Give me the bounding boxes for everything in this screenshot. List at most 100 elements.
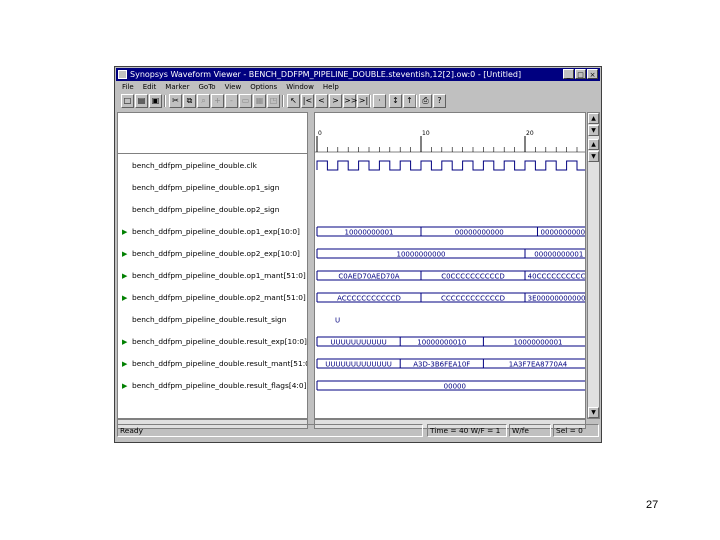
signal-name: bench_ddfpm_pipeline_double.op1_sign xyxy=(132,183,280,192)
signal-name: bench_ddfpm_pipeline_double.op1_mant[51:… xyxy=(132,271,306,280)
zoom-in-icon[interactable]: + xyxy=(211,94,224,108)
scroll-down-icon[interactable]: ▼ xyxy=(588,407,599,418)
status-ready: Ready xyxy=(117,424,423,437)
menu-help[interactable]: Help xyxy=(323,82,339,93)
select-icon[interactable]: ↖ xyxy=(287,94,300,108)
expand-arrow-icon[interactable]: ▶ xyxy=(122,357,132,371)
bus-value-label: 10000000000 xyxy=(397,251,446,259)
jump-prev-icon[interactable]: |< xyxy=(301,94,314,108)
signal-row[interactable]: ▶ bench_ddfpm_pipeline_double.op2_mant[51… xyxy=(122,291,306,305)
signal-name: bench_ddfpm_pipeline_double.result_mant[… xyxy=(132,359,308,368)
find-icon[interactable]: · xyxy=(373,94,386,108)
menu-view[interactable]: View xyxy=(225,82,242,93)
copy-icon[interactable]: ⧉ xyxy=(183,94,196,108)
app-icon[interactable] xyxy=(118,70,127,79)
cut-icon[interactable]: ✂ xyxy=(169,94,182,108)
bus-value-label: 00000000001 xyxy=(534,251,583,259)
print-icon[interactable]: ▤ xyxy=(135,94,148,108)
signal-row[interactable]: bench_ddfpm_pipeline_double.op1_sign xyxy=(122,181,279,195)
scroll-up-icon[interactable]: ▲ xyxy=(588,113,599,124)
maximize-button[interactable]: □ xyxy=(575,69,586,79)
title-bar[interactable]: Synopsys Waveform Viewer - BENCH_DDFPM_P… xyxy=(116,68,600,81)
menu-file[interactable]: File xyxy=(122,82,134,93)
scroll-down-icon[interactable]: ▼ xyxy=(588,151,599,162)
signal-name: bench_ddfpm_pipeline_double.result_sign xyxy=(132,315,287,324)
toolbar: □ ▤ ▣ ✂ ⧉ ⌕ + - ▭ ▦ ◳ ↖ |< < > >> >| · ↕ ↑ ⎙? xyxy=(117,94,599,111)
menu-goto[interactable]: GoTo xyxy=(198,82,215,93)
close-button[interactable]: × xyxy=(587,69,598,79)
bus-value-label: C0AED70AED70A xyxy=(338,273,399,281)
zoom-area-icon[interactable]: ▦ xyxy=(253,94,266,108)
open-icon[interactable]: ▣ xyxy=(149,94,162,108)
signal-name: bench_ddfpm_pipeline_double.result_exp[1… xyxy=(132,337,307,346)
status-wf: W/fe xyxy=(509,424,551,437)
bus-value-label: 10000000010 xyxy=(417,339,466,347)
bus-value-label: 3E000000000000 xyxy=(528,295,585,303)
zoom-icon[interactable]: ⌕ xyxy=(197,94,210,108)
signal-row[interactable]: ▶ bench_ddfpm_pipeline_double.result_mant… xyxy=(122,357,308,371)
menu-marker[interactable]: Marker xyxy=(165,82,189,93)
properties-icon[interactable]: ? xyxy=(433,94,446,108)
signal-row[interactable]: ▶ bench_ddfpm_pipeline_double.op1_mant[51… xyxy=(122,269,306,283)
menu-bar: File Edit Marker GoTo View Options Windo… xyxy=(117,82,599,93)
signal-name: bench_ddfpm_pipeline_double.op2_exp[10:0… xyxy=(132,249,300,258)
bus-value-label: C0CCCCCCCCCCD xyxy=(441,273,505,281)
bus-value-label: 1A3F7EA8770A4 xyxy=(509,361,568,369)
vertical-scrollbar[interactable]: ▲ ▼ ▲ ▼ ▼ xyxy=(587,112,600,419)
prev-edge-icon[interactable]: < xyxy=(315,94,328,108)
scroll-up-icon[interactable]: ▲ xyxy=(588,139,599,150)
bus-value-label: 00000000001 xyxy=(541,229,585,237)
signal-row[interactable]: bench_ddfpm_pipeline_double.op2_sign xyxy=(122,203,279,217)
jump-next-icon[interactable]: >> xyxy=(343,94,357,108)
marker-icon[interactable]: ↕ xyxy=(389,94,402,108)
minimize-button[interactable]: _ xyxy=(563,69,574,79)
page-number: 27 xyxy=(646,499,659,511)
zoom-full-icon[interactable]: ▭ xyxy=(239,94,252,108)
expand-arrow-icon[interactable]: ▶ xyxy=(122,269,132,283)
expand-arrow-icon[interactable]: ▶ xyxy=(122,247,132,261)
status-sel: Sel = 0 xyxy=(553,424,599,437)
zoom-fit-icon[interactable]: ◳ xyxy=(267,94,280,108)
menu-edit[interactable]: Edit xyxy=(143,82,157,93)
menu-options[interactable]: Options xyxy=(250,82,277,93)
bus-value-label: A3D-3B6FEA10F xyxy=(413,361,470,369)
signal-row[interactable]: bench_ddfpm_pipeline_double.result_sign xyxy=(122,313,286,327)
signal-name: bench_ddfpm_pipeline_double.op2_sign xyxy=(132,205,280,214)
ruler-tick-label: 10 xyxy=(422,130,430,137)
expand-arrow-icon[interactable]: ▶ xyxy=(122,379,132,393)
waveform-viewer-window: Synopsys Waveform Viewer - BENCH_DDFPM_P… xyxy=(114,66,602,443)
signal-row[interactable]: ▶ bench_ddfpm_pipeline_double.op2_exp[10:… xyxy=(122,247,300,261)
save-icon[interactable]: ⎙ xyxy=(419,94,432,108)
bit-value-label: U xyxy=(335,317,340,325)
status-bar: Ready Time = 40 W/F = 1 W/fe Sel = 0 xyxy=(117,423,599,438)
bus-value-label: 00000 xyxy=(444,383,466,391)
signal-row[interactable]: ▶ bench_ddfpm_pipeline_double.op1_exp[10:… xyxy=(122,225,300,239)
signal-row[interactable]: ▶ bench_ddfpm_pipeline_double.result_flag… xyxy=(122,379,306,393)
scroll-down-icon[interactable]: ▼ xyxy=(588,125,599,136)
expand-arrow-icon[interactable]: ▶ xyxy=(122,225,132,239)
bus-value-label: 10000000001 xyxy=(514,339,563,347)
signal-row[interactable]: bench_ddfpm_pipeline_double.clk xyxy=(122,159,257,173)
bus-value-label: 00000000000 xyxy=(455,229,504,237)
next-edge-icon[interactable]: > xyxy=(329,94,342,108)
bus-value-label: 40CCCCCCCCCC0 xyxy=(528,273,585,281)
new-icon[interactable]: □ xyxy=(121,94,134,108)
waveform-pane[interactable]: 0 10 20 10000000001 00000000000 00000000001 10… xyxy=(314,112,586,419)
signal-name-pane: bench_ddfpm_pipeline_double.clk bench_ddf… xyxy=(117,112,308,419)
zoom-out-icon[interactable]: - xyxy=(225,94,238,108)
expand-arrow-icon[interactable]: ▶ xyxy=(122,291,132,305)
toolbar-separator xyxy=(282,95,284,107)
toolbar-separator xyxy=(164,95,166,107)
signal-row[interactable]: ▶ bench_ddfpm_pipeline_double.result_exp[… xyxy=(122,335,307,349)
ruler-tick-label: 0 xyxy=(318,130,322,137)
window-controls: _ □ × xyxy=(563,69,598,79)
menu-window[interactable]: Window xyxy=(286,82,314,93)
bus-value-label: UUUUUUUUUUUUU xyxy=(325,361,392,369)
expand-arrow-icon[interactable]: ▶ xyxy=(122,335,132,349)
ruler-tick-label: 20 xyxy=(526,130,534,137)
bus-value-label: ACCCCCCCCCCCD xyxy=(337,295,401,303)
waveform-canvas[interactable]: 0 10 20 10000000001 00000000000 00000000001 10… xyxy=(315,113,585,418)
signal-name: bench_ddfpm_pipeline_double.result_flags… xyxy=(132,381,307,390)
toolbar-separator xyxy=(369,95,371,107)
signal-name: bench_ddfpm_pipeline_double.clk xyxy=(132,161,257,170)
